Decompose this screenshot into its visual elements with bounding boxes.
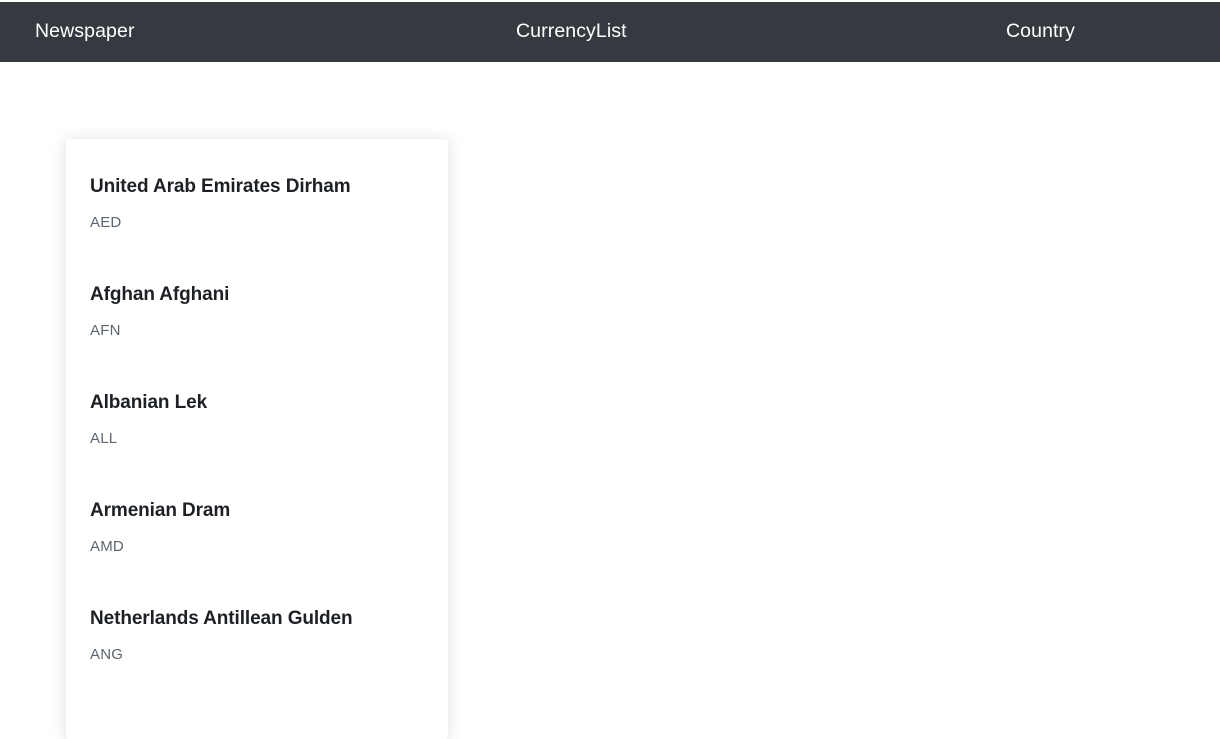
nav-brand-newspaper[interactable]: Newspaper [35,22,135,42]
currency-name: United Arab Emirates Dirham [90,176,351,197]
list-item[interactable]: Armenian Dram AMD [90,487,424,595]
currency-code: ANG [90,645,124,663]
page-body: United Arab Emirates Dirham AED Afghan A… [0,62,1220,739]
nav-link-country[interactable]: Country [1006,22,1075,42]
currency-name: Netherlands Antillean Gulden [90,608,353,629]
currency-code: AMD [90,537,124,555]
currency-code: AFN [90,321,121,339]
currency-name: Armenian Dram [90,500,231,521]
list-item[interactable]: Netherlands Antillean Gulden ANG [90,595,424,703]
currency-name: Afghan Afghani [90,284,230,305]
list-item[interactable]: Albanian Lek ALL [90,379,424,487]
currency-list-card: United Arab Emirates Dirham AED Afghan A… [66,139,448,739]
nav-link-currencylist[interactable]: CurrencyList [516,22,627,42]
top-navbar: Newspaper CurrencyList Country [0,2,1220,62]
list-item[interactable]: United Arab Emirates Dirham AED [90,163,424,271]
currency-code: AED [90,213,122,231]
list-item[interactable]: Afghan Afghani AFN [90,271,424,379]
currency-code: ALL [90,429,118,447]
currency-name: Albanian Lek [90,392,208,413]
